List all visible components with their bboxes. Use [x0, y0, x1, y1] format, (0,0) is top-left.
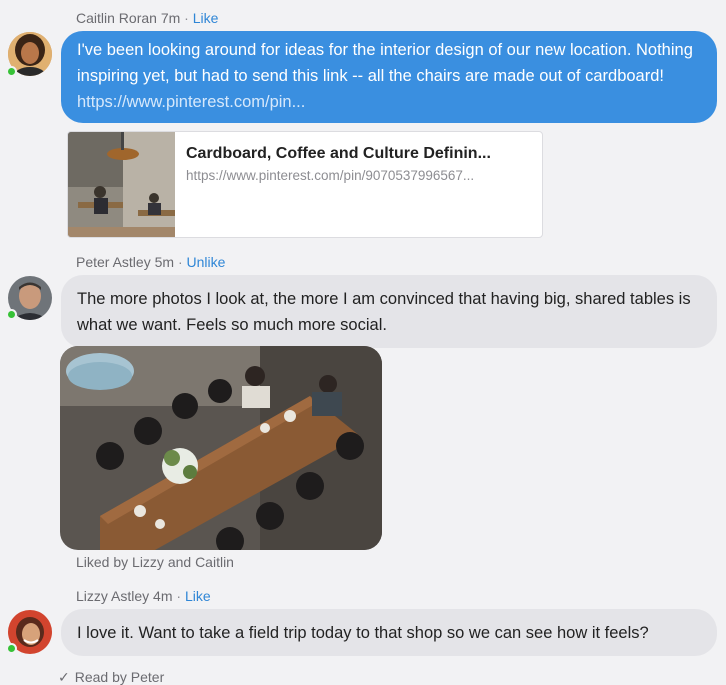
like-link[interactable]: Like — [193, 10, 219, 26]
unlike-link[interactable]: Unlike — [187, 254, 226, 270]
message-text: I love it. Want to take a field trip tod… — [77, 624, 649, 642]
separator: · — [177, 254, 183, 270]
message-link[interactable]: https://www.pinterest.com/pin... — [77, 93, 305, 111]
message-meta: Peter Astley 5m · Unlike — [76, 254, 225, 270]
message-meta: Caitlin Roran 7m · Like — [76, 10, 218, 26]
cafe-table-photo — [60, 346, 382, 550]
read-receipt: ✓ Read by Peter — [58, 669, 164, 685]
online-indicator — [6, 643, 17, 654]
author-name: Peter Astley — [76, 254, 151, 270]
link-preview-thumbnail — [68, 132, 175, 237]
link-preview-url: https://www.pinterest.com/pin/9070537996… — [186, 168, 475, 183]
read-receipt-text: Read by Peter — [74, 669, 165, 685]
message-bubble[interactable]: I love it. Want to take a field trip tod… — [61, 609, 717, 656]
shared-photo[interactable] — [60, 346, 382, 550]
like-link[interactable]: Like — [185, 588, 211, 604]
link-preview-title: Cardboard, Coffee and Culture Definin... — [186, 145, 491, 162]
online-indicator — [6, 309, 17, 320]
author-name: Lizzy Astley — [76, 588, 150, 604]
message-text: The more photos I look at, the more I am… — [77, 290, 691, 334]
separator: · — [184, 10, 189, 26]
message-bubble[interactable]: I've been looking around for ideas for t… — [61, 31, 717, 123]
author-name: Caitlin Roran — [76, 10, 157, 26]
timestamp: 7m — [160, 10, 181, 26]
timestamp: 5m — [154, 254, 175, 270]
message-meta: Lizzy Astley 4m · Like — [76, 588, 211, 604]
message-bubble[interactable]: The more photos I look at, the more I am… — [61, 275, 717, 348]
checkmark-icon: ✓ — [58, 669, 70, 685]
message-text: I've been looking around for ideas for t… — [77, 41, 693, 85]
separator: · — [176, 588, 182, 604]
liked-by-text[interactable]: Liked by Lizzy and Caitlin — [76, 554, 234, 570]
online-indicator — [6, 66, 17, 77]
link-preview-card[interactable]: Cardboard, Coffee and Culture Definin...… — [67, 131, 543, 238]
timestamp: 4m — [153, 588, 173, 604]
